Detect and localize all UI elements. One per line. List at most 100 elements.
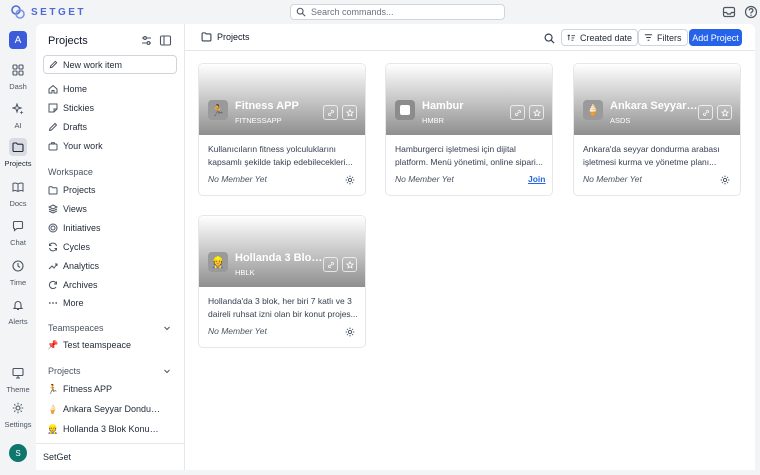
favorite-button[interactable]: [529, 105, 544, 120]
rail-item-theme[interactable]: Theme: [0, 364, 36, 394]
new-work-item-label: New work item: [63, 59, 123, 70]
sidebar-item-label: Ankara Seyyar Dondurma Arab...: [63, 404, 161, 414]
copy-link-button[interactable]: [698, 105, 713, 120]
search-icon: [296, 7, 306, 17]
project-identifier: ASDS: [610, 116, 631, 125]
construction-worker-icon: 👷: [208, 252, 228, 272]
sidebar-item-label: Drafts: [63, 122, 88, 132]
sidebar-item-projects[interactable]: Projects: [48, 185, 173, 195]
rail-item-settings[interactable]: Settings: [0, 399, 36, 429]
project-card-ankara[interactable]: 🍦 Ankara Seyyar ... ASDS Ankara'da seyya…: [573, 63, 741, 196]
section-workspace[interactable]: Workspace: [48, 167, 171, 177]
project-name: Ankara Seyyar ...: [610, 100, 698, 112]
rail-label: Chat: [10, 238, 26, 247]
sidebar-item-drafts[interactable]: Drafts: [48, 122, 173, 132]
section-projects[interactable]: Projects: [48, 366, 171, 376]
star-icon: [345, 260, 354, 269]
clock-icon: [12, 260, 24, 272]
sidebar-footer[interactable]: SetGet: [36, 443, 184, 470]
sidebar-item-initiatives[interactable]: Initiatives: [48, 223, 173, 233]
sidebar-item-label: Projects: [63, 185, 96, 195]
main-content: Projects Created date Filters Add Projec…: [185, 24, 755, 470]
sidebar-item-cycles[interactable]: Cycles: [48, 242, 173, 252]
sidebar-project-ankara[interactable]: 🍦 Ankara Seyyar Dondurma Arab...: [48, 404, 173, 414]
rail-item-chat[interactable]: Chat: [0, 217, 36, 247]
user-avatar[interactable]: S: [9, 444, 27, 462]
chevron-down-icon: [164, 326, 170, 331]
rail-label: AI: [14, 121, 22, 130]
project-placeholder-icon: [395, 100, 415, 120]
sort-button[interactable]: Created date: [561, 29, 639, 46]
project-card-hambur[interactable]: Hambur HMBR Hamburgerci işletmesi için d…: [385, 63, 553, 196]
favorite-button[interactable]: [342, 105, 357, 120]
sidebar-item-analytics[interactable]: Analytics: [48, 261, 173, 271]
target-icon: [48, 223, 58, 233]
command-search[interactable]: Search commands...: [290, 4, 505, 20]
project-identifier: HBLK: [235, 268, 255, 277]
inbox-icon[interactable]: [722, 5, 736, 19]
sidebar-item-label: Home: [63, 84, 88, 94]
copy-link-button[interactable]: [510, 105, 525, 120]
sidebar-item-stickies[interactable]: Stickies: [48, 103, 173, 113]
chat-icon: [12, 220, 24, 232]
favorite-button[interactable]: [717, 105, 732, 120]
top-bar: SETGET Search commands...: [0, 0, 760, 24]
sidebar-project-fitness-app[interactable]: 🏃 Fitness APP: [48, 384, 173, 394]
sidebar-item-label: Hollanda 3 Blok Konut Projesi: [63, 424, 161, 434]
project-description: Kullanıcıların fitness yolculuklarını ka…: [208, 144, 353, 167]
link-icon: [514, 109, 521, 116]
rail-label: Dash: [9, 82, 27, 91]
copy-link-button[interactable]: [323, 105, 338, 120]
logo-icon: [11, 5, 25, 19]
project-card-fitness-app[interactable]: 🏃 Fitness APP FITNESSAPP Kullanıcıların …: [198, 63, 366, 196]
filters-button[interactable]: Filters: [638, 29, 688, 46]
gear-icon[interactable]: [720, 175, 730, 185]
sidebar-item-views[interactable]: Views: [48, 204, 173, 214]
gear-icon[interactable]: [345, 327, 355, 337]
star-icon: [720, 108, 729, 117]
rail-item-time[interactable]: Time: [0, 257, 36, 287]
archive-icon: [48, 280, 57, 290]
gear-icon[interactable]: [345, 175, 355, 185]
rail-label: Time: [9, 278, 27, 287]
project-identifier: HMBR: [422, 116, 445, 125]
join-button[interactable]: Join: [528, 174, 545, 184]
filter-settings-icon[interactable]: [140, 34, 153, 47]
link-icon: [327, 109, 334, 116]
sidebar-item-archives[interactable]: Archives: [48, 280, 173, 290]
new-work-item-button[interactable]: New work item: [43, 55, 177, 74]
project-identifier: FITNESSAPP: [235, 116, 282, 125]
sidebar-project-hollanda[interactable]: 👷 Hollanda 3 Blok Konut Projesi: [48, 424, 173, 434]
app-logo[interactable]: SETGET: [10, 4, 86, 20]
sidebar-item-more[interactable]: More: [48, 298, 173, 308]
section-teamspaces[interactable]: Teamspeaces: [48, 323, 171, 333]
workspace-name: SetGet: [43, 452, 72, 462]
project-card-hollanda[interactable]: 👷 Hollanda 3 Blok... HBLK Hollanda'da 3 …: [198, 215, 366, 348]
rail-item-alerts[interactable]: Alerts: [0, 296, 36, 326]
runner-icon: 🏃: [48, 384, 59, 394]
favorite-button[interactable]: [342, 257, 357, 272]
pin-icon: 📌: [48, 340, 59, 350]
page-title: Projects: [217, 31, 250, 42]
help-icon[interactable]: [744, 5, 758, 19]
rail-item-docs[interactable]: Docs: [0, 178, 36, 208]
sidebar-item-home[interactable]: Home: [48, 84, 173, 94]
chart-icon: [48, 263, 58, 270]
gear-icon: [12, 402, 24, 414]
book-icon: [12, 182, 24, 193]
breadcrumb[interactable]: Projects: [201, 31, 250, 42]
sidebar-item-your-work[interactable]: Your work: [48, 141, 173, 151]
layers-icon: [48, 204, 58, 214]
copy-link-button[interactable]: [323, 257, 338, 272]
rail-item-dash[interactable]: Dash: [0, 61, 36, 91]
sidebar-toggle-icon[interactable]: [159, 34, 172, 47]
rail-item-projects[interactable]: Projects: [0, 138, 36, 168]
search-icon[interactable]: [544, 33, 555, 44]
rail-item-ai[interactable]: AI: [0, 100, 36, 130]
add-project-button[interactable]: Add Project: [689, 29, 742, 46]
sidebar-item-teamspace[interactable]: 📌 Test teamspeace: [48, 340, 173, 350]
sidebar-item-label: More: [63, 298, 84, 308]
section-label: Projects: [48, 366, 81, 376]
rail-label: Docs: [9, 199, 27, 208]
ice-cream-icon: 🍦: [583, 100, 603, 120]
